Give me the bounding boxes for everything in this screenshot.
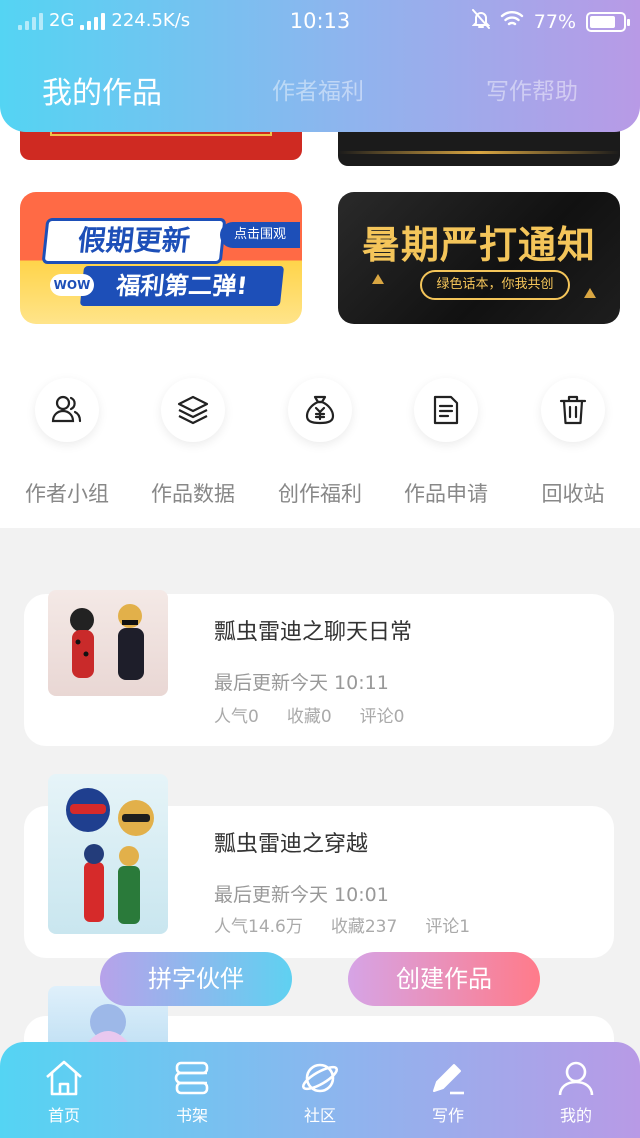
banner-holiday-click: 点击围观 xyxy=(220,222,300,248)
battery-percent: 77% xyxy=(533,10,576,33)
nav-bookshelf[interactable]: 书架 xyxy=(152,1056,232,1126)
entry-author-group[interactable]: 作者小组 xyxy=(4,378,130,508)
nav-community[interactable]: 社区 xyxy=(280,1056,360,1126)
document-icon xyxy=(414,378,478,442)
banner-summer-notice[interactable]: 暑期严打通知 绿色话本，你我共创 xyxy=(338,192,620,324)
work-comments: 评论1 xyxy=(425,917,471,937)
trash-icon xyxy=(541,378,605,442)
work-popularity: 人气0 xyxy=(214,707,259,727)
tab-author-benefits[interactable]: 作者福利 xyxy=(272,72,364,106)
home-icon xyxy=(24,1056,104,1100)
pen-icon xyxy=(408,1056,488,1100)
word-partner-button[interactable]: 拼字伙伴 xyxy=(100,952,292,1006)
nav-label: 社区 xyxy=(303,1106,336,1125)
work-updated-time: 最后更新今天 10:11 xyxy=(214,672,389,694)
bookshelf-icon xyxy=(152,1056,232,1100)
banner-holiday-subtitle: 福利第二弹! xyxy=(79,266,285,306)
wifi-icon xyxy=(500,10,524,33)
banner-summer-title: 暑期严打通知 xyxy=(361,223,596,267)
mute-bell-icon xyxy=(471,9,491,34)
entry-label: 作品申请 xyxy=(404,482,488,506)
tab-writing-help[interactable]: 写作帮助 xyxy=(486,72,578,106)
users-icon xyxy=(35,378,99,442)
top-header: 2G 224.5K/s 10:13 77% 我的作品 作者福利 写作帮助 xyxy=(0,0,640,132)
money-bag-icon xyxy=(288,378,352,442)
work-stats: 人气14.6万 收藏237 评论1 xyxy=(214,912,498,937)
nav-mine[interactable]: 我的 xyxy=(536,1056,616,1126)
work-title[interactable]: 瓢虫雷迪之穿越 xyxy=(214,826,368,858)
work-cover-image[interactable] xyxy=(48,774,168,934)
tab-my-works[interactable]: 我的作品 xyxy=(42,68,162,112)
nav-label: 首页 xyxy=(47,1106,80,1125)
nav-write[interactable]: 写作 xyxy=(408,1056,488,1126)
banner-holiday-update[interactable]: 假期更新 点击围观 福利第二弹! WOW xyxy=(20,192,302,324)
work-card[interactable]: 瓢虫雷迪之穿越 最后更新今天 10:01 人气14.6万 收藏237 评论1 xyxy=(24,774,614,958)
work-comments: 评论0 xyxy=(359,707,405,727)
status-bar: 2G 224.5K/s 10:13 77% xyxy=(0,0,640,44)
work-cover-image[interactable] xyxy=(48,590,168,696)
create-work-button[interactable]: 创建作品 xyxy=(348,952,540,1006)
bottom-nav: 首页 书架 社区 写作 我的 xyxy=(0,1042,640,1138)
nav-label: 书架 xyxy=(175,1106,208,1125)
entry-work-data[interactable]: 作品数据 xyxy=(130,378,256,508)
nav-label: 写作 xyxy=(431,1106,464,1125)
triangle-decor-icon xyxy=(372,274,384,284)
battery-icon xyxy=(586,11,630,32)
work-favorites: 收藏237 xyxy=(330,917,398,937)
entry-creation-benefit[interactable]: 创作福利 xyxy=(257,378,383,508)
work-stats: 人气0 收藏0 评论0 xyxy=(214,702,432,727)
user-icon xyxy=(536,1056,616,1100)
layers-icon xyxy=(161,378,225,442)
work-updated-time: 最后更新今天 10:01 xyxy=(214,884,389,906)
nav-label: 我的 xyxy=(559,1106,592,1125)
banner-summer-subtitle: 绿色话本，你我共创 xyxy=(420,270,570,300)
entry-label: 作品数据 xyxy=(151,482,235,506)
entry-label: 作者小组 xyxy=(25,482,109,506)
entry-label: 回收站 xyxy=(541,482,605,506)
triangle-decor-icon xyxy=(584,288,596,298)
entry-label: 创作福利 xyxy=(278,482,362,506)
entry-recycle-bin[interactable]: 回收站 xyxy=(510,378,636,508)
top-tabs: 我的作品 作者福利 写作帮助 xyxy=(0,72,640,112)
work-card[interactable]: 瓢虫雷迪之聊天日常 最后更新今天 10:11 人气0 收藏0 评论0 xyxy=(24,590,614,746)
banner-holiday-wow: WOW xyxy=(50,274,94,296)
nav-home[interactable]: 首页 xyxy=(24,1056,104,1126)
planet-icon xyxy=(280,1056,360,1100)
entry-work-application[interactable]: 作品申请 xyxy=(383,378,509,508)
work-popularity: 人气14.6万 xyxy=(214,917,303,937)
banner-holiday-title: 假期更新 xyxy=(41,218,227,264)
work-favorites: 收藏0 xyxy=(286,707,332,727)
work-title[interactable]: 瓢虫雷迪之聊天日常 xyxy=(214,614,412,646)
